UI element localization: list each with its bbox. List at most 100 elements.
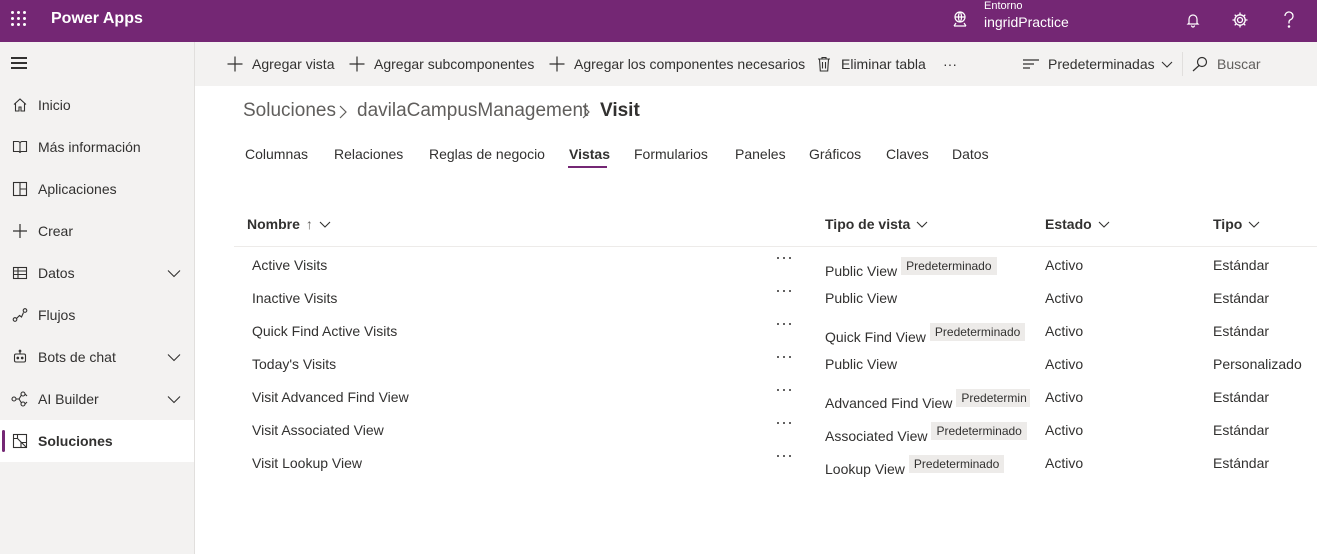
app-launcher-icon[interactable]	[11, 11, 27, 27]
search-icon	[1191, 55, 1209, 73]
row-more-icon[interactable]	[777, 416, 795, 430]
view-name[interactable]: Inactive Visits	[252, 290, 337, 306]
nav-item-inicio[interactable]: Inicio	[0, 84, 194, 126]
nav-item-ai-builder[interactable]: AI Builder	[0, 378, 194, 420]
tab-reglas-de-negocio[interactable]: Reglas de negocio	[429, 146, 545, 162]
view-kind: Estándar	[1213, 290, 1270, 306]
table-row[interactable]: Visit Lookup View Lookup View Predetermin…	[234, 446, 1317, 479]
table-row[interactable]: Active Visits Public View Predeterminado …	[234, 248, 1317, 281]
bell-icon[interactable]	[1181, 8, 1205, 32]
nav-item-label: Inicio	[38, 97, 71, 113]
search-box[interactable]: Buscar	[1191, 42, 1261, 86]
solutions-icon	[11, 432, 29, 450]
chevron-down-icon	[1248, 221, 1260, 228]
gear-icon[interactable]	[1228, 8, 1252, 32]
view-kind: Estándar	[1213, 257, 1270, 273]
environment-label: Entorno	[984, 0, 1023, 12]
nav-item-datos[interactable]: Datos	[0, 252, 194, 294]
view-name[interactable]: Active Visits	[252, 257, 327, 273]
view-type: Public View	[825, 290, 898, 306]
table-row[interactable]: Inactive Visits Public View Activo Están…	[234, 281, 1317, 314]
tab-paneles[interactable]: Paneles	[735, 146, 786, 162]
table-row[interactable]: Quick Find Active Visits Quick Find View…	[234, 314, 1317, 347]
chevron-down-icon[interactable]	[166, 265, 182, 281]
table-row[interactable]: Visit Associated View Associated View Pre…	[234, 413, 1317, 446]
flow-icon	[11, 306, 29, 324]
nav-item-label: Bots de chat	[38, 349, 116, 365]
help-icon[interactable]	[1277, 8, 1301, 32]
tab-relaciones[interactable]: Relaciones	[334, 146, 403, 162]
table-row[interactable]: Visit Advanced Find View Advanced Find V…	[234, 380, 1317, 413]
filter-lines-icon	[1022, 55, 1040, 73]
nav-item-mas-informacion[interactable]: Más información	[0, 126, 194, 168]
nav-item-crear[interactable]: Crear	[0, 210, 194, 252]
row-more-icon[interactable]	[777, 383, 795, 397]
chevron-right-icon	[579, 104, 593, 120]
environment-icon	[951, 10, 969, 28]
add-subcomponents-button[interactable]: Agregar subcomponentes	[348, 42, 534, 86]
view-filter-dropdown[interactable]: Predeterminadas	[1022, 42, 1173, 86]
default-badge: Predeterminado	[931, 422, 1027, 440]
row-more-icon[interactable]	[777, 284, 795, 298]
view-status: Activo	[1045, 257, 1084, 273]
table-row[interactable]: Today's Visits Public View Activo Person…	[234, 347, 1317, 380]
tab-formularios[interactable]: Formularios	[634, 146, 708, 162]
tab-graficos[interactable]: Gráficos	[809, 146, 861, 162]
tab-claves[interactable]: Claves	[886, 146, 929, 162]
hamburger-menu-icon[interactable]	[11, 57, 27, 69]
nav-item-label: Datos	[38, 265, 75, 281]
column-header-label: Estado	[1045, 216, 1092, 232]
home-icon	[11, 96, 29, 114]
tab-vistas[interactable]: Vistas	[569, 146, 610, 162]
column-header-tipo-de-vista[interactable]: Tipo de vista	[825, 216, 928, 232]
add-view-button[interactable]: Agregar vista	[226, 42, 334, 86]
nav-item-bots-de-chat[interactable]: Bots de chat	[0, 336, 194, 378]
row-more-icon[interactable]	[777, 350, 795, 364]
row-more-icon[interactable]	[777, 449, 795, 463]
search-placeholder: Buscar	[1217, 56, 1261, 72]
active-tab-indicator	[568, 166, 607, 168]
default-badge: Predetermin	[956, 389, 1031, 407]
view-type: Associated View Predeterminado	[825, 422, 1027, 444]
column-header-nombre[interactable]: Nombre ↑	[247, 216, 331, 232]
more-commands-button[interactable]: ···	[943, 42, 957, 86]
nav-item-aplicaciones[interactable]: Aplicaciones	[0, 168, 194, 210]
view-kind: Estándar	[1213, 422, 1270, 438]
nav-item-label: Crear	[38, 223, 74, 239]
command-bar: Agregar vista Agregar subcomponentes Agr…	[195, 42, 1317, 86]
row-more-icon[interactable]	[777, 251, 795, 265]
view-name[interactable]: Visit Lookup View	[252, 455, 362, 471]
view-filter-label: Predeterminadas	[1048, 56, 1155, 72]
tab-columnas[interactable]: Columnas	[245, 146, 308, 162]
trash-icon	[815, 55, 833, 73]
breadcrumb-soluciones[interactable]: Soluciones	[243, 100, 336, 122]
chevron-down-icon	[319, 221, 331, 228]
view-name[interactable]: Today's Visits	[252, 356, 336, 372]
chevron-right-icon	[336, 104, 350, 120]
app-name[interactable]: Power Apps	[51, 10, 143, 28]
chevron-down-icon[interactable]	[166, 349, 182, 365]
plus-icon	[11, 222, 29, 240]
view-name[interactable]: Visit Associated View	[252, 422, 384, 438]
bot-icon	[11, 348, 29, 366]
add-required-components-button[interactable]: Agregar los componentes necesarios	[548, 42, 805, 86]
plus-icon	[548, 55, 566, 73]
column-header-estado[interactable]: Estado	[1045, 216, 1110, 232]
breadcrumb-solution[interactable]: davilaCampusManagement	[357, 100, 588, 122]
view-kind: Estándar	[1213, 455, 1270, 471]
view-type: Advanced Find View Predetermin	[825, 389, 1031, 411]
view-kind: Estándar	[1213, 323, 1270, 339]
command-separator	[1182, 52, 1183, 76]
nav-item-soluciones[interactable]: Soluciones	[0, 420, 194, 462]
row-more-icon[interactable]	[777, 317, 795, 331]
view-kind: Personalizado	[1213, 356, 1302, 372]
delete-table-button[interactable]: Eliminar tabla	[815, 42, 926, 86]
view-name[interactable]: Visit Advanced Find View	[252, 389, 409, 405]
tab-datos[interactable]: Datos	[952, 146, 989, 162]
view-name[interactable]: Quick Find Active Visits	[252, 323, 397, 339]
nav-item-flujos[interactable]: Flujos	[0, 294, 194, 336]
book-icon	[11, 138, 29, 156]
environment-name[interactable]: ingridPractice	[984, 14, 1069, 30]
chevron-down-icon[interactable]	[166, 391, 182, 407]
column-header-tipo[interactable]: Tipo	[1213, 216, 1260, 232]
